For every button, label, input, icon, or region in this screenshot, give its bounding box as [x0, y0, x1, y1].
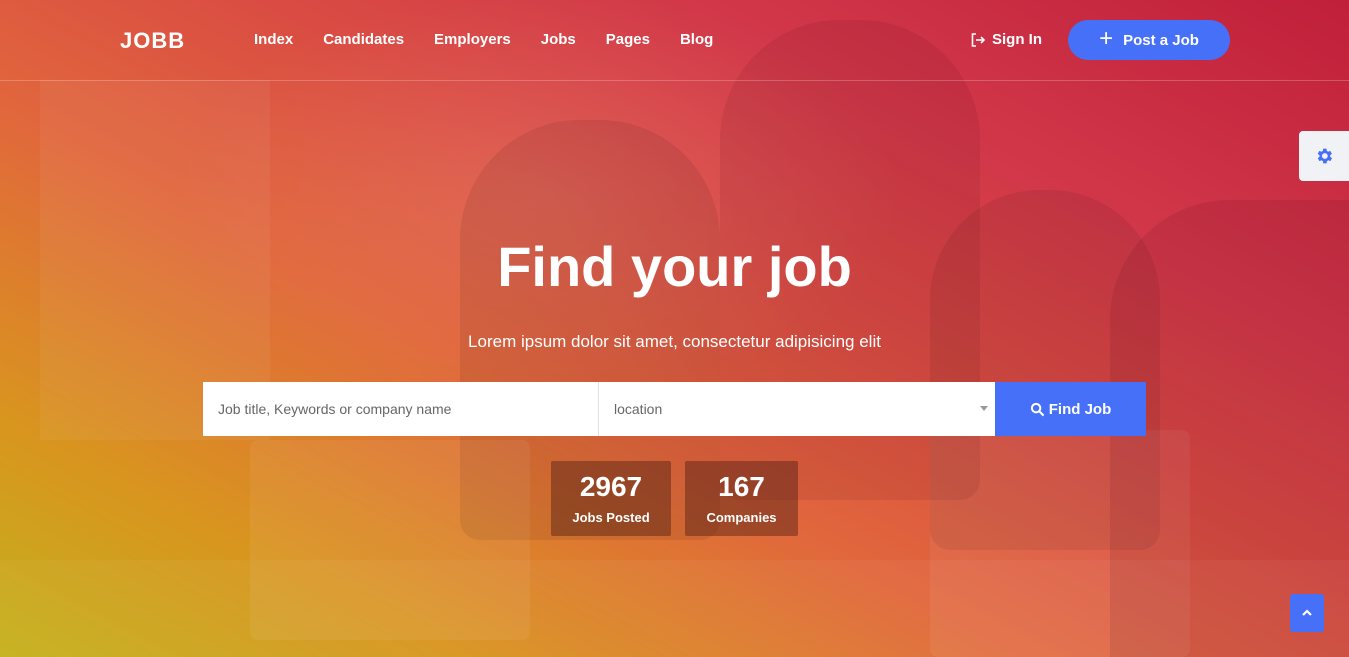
- find-job-label: Find Job: [1048, 400, 1112, 418]
- stat-companies-value: 167: [718, 471, 765, 502]
- location-select-value: location: [614, 401, 663, 417]
- nav-link-jobs[interactable]: Jobs: [541, 31, 576, 48]
- top-navbar: JOBB Index Candidates Employers Jobs Pag…: [0, 0, 1349, 81]
- plus-icon: +: [1099, 25, 1114, 52]
- hero-title: Find your job: [497, 235, 852, 298]
- back-to-top-button[interactable]: [1290, 594, 1324, 632]
- stat-companies-label: Companies: [706, 510, 777, 525]
- nav-link-index[interactable]: Index: [254, 31, 293, 48]
- nav-link-candidates[interactable]: Candidates: [323, 31, 404, 48]
- chevron-up-icon: [1302, 609, 1312, 616]
- post-job-label: Post a Job: [1123, 31, 1199, 49]
- post-job-button[interactable]: + Post a Job: [1068, 20, 1230, 60]
- brand-logo[interactable]: JOBB: [120, 28, 185, 54]
- nav-link-blog[interactable]: Blog: [680, 31, 713, 48]
- stat-jobs-label: Jobs Posted: [572, 510, 650, 525]
- hero-subtitle: Lorem ipsum dolor sit amet, consectetur …: [468, 332, 881, 351]
- hero-background: [0, 0, 1349, 657]
- keyword-search-input[interactable]: [203, 382, 599, 436]
- sign-in-icon: [971, 32, 986, 47]
- location-select[interactable]: location: [599, 382, 995, 436]
- job-search-form: location Find Job: [203, 382, 1146, 436]
- nav-link-pages[interactable]: Pages: [606, 31, 650, 48]
- settings-toggle-button[interactable]: [1299, 131, 1349, 181]
- caret-down-icon: [980, 406, 988, 411]
- stat-jobs-posted: 2967 Jobs Posted: [551, 461, 671, 536]
- gear-icon: [1317, 148, 1333, 164]
- stat-companies: 167 Companies: [685, 461, 798, 536]
- photo-table: [0, 560, 1349, 657]
- main-nav: Index Candidates Employers Jobs Pages Bl…: [254, 31, 743, 48]
- sign-in-label: Sign In: [992, 31, 1042, 48]
- find-job-button[interactable]: Find Job: [995, 382, 1146, 436]
- nav-link-employers[interactable]: Employers: [434, 31, 511, 48]
- stat-jobs-value: 2967: [579, 471, 643, 502]
- search-icon: [1030, 402, 1045, 416]
- sign-in-link[interactable]: Sign In: [970, 31, 1042, 48]
